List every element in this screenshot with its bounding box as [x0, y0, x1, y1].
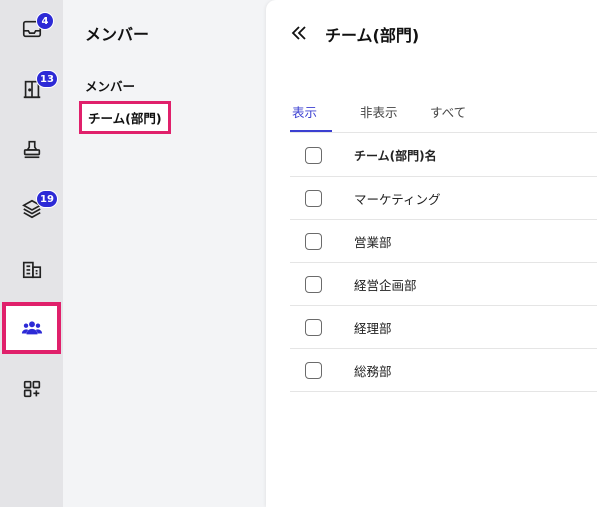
secondary-nav: メンバー メンバー チーム(部門): [63, 0, 266, 507]
table-row[interactable]: 総務部: [290, 349, 597, 392]
team-name-cell: 営業部: [354, 234, 392, 250]
team-name-cell: マーケティング: [354, 191, 441, 207]
table-row[interactable]: マーケティング: [290, 177, 597, 220]
team-name-cell: 経営企画部: [354, 277, 417, 293]
team-icon: [21, 321, 42, 335]
badge-count: 13: [36, 70, 58, 88]
column-header-team-name: チーム(部門)名: [354, 148, 437, 163]
team-name-cell: 経理部: [354, 320, 392, 336]
rail-item-door[interactable]: 13: [0, 60, 63, 118]
badge-count: 19: [36, 190, 58, 208]
rail-item-layers[interactable]: 19: [0, 180, 63, 238]
main-panel: チーム(部門) 表示 非表示 すべて チーム(部門)名 マーケティング 営業部 …: [266, 0, 597, 507]
tab-all[interactable]: すべて: [430, 102, 466, 132]
page-title: チーム(部門): [325, 26, 420, 45]
badge-count: 4: [36, 12, 54, 30]
rail-item-team[interactable]: [2, 302, 61, 354]
icon-rail: 4 13 19: [0, 0, 63, 507]
select-all-checkbox[interactable]: [305, 146, 322, 164]
subnav-title: メンバー: [85, 25, 150, 44]
table-row[interactable]: 営業部: [290, 220, 597, 263]
stamp-icon: [23, 140, 40, 159]
table-row[interactable]: 経営企画部: [290, 263, 597, 306]
table-header-row: チーム(部門)名: [290, 134, 597, 177]
row-checkbox[interactable]: [305, 232, 322, 250]
row-checkbox[interactable]: [305, 275, 322, 293]
add-app-icon: [23, 380, 40, 398]
rail-item-building[interactable]: [0, 240, 63, 298]
building-icon: [22, 261, 41, 279]
rail-item-inbox[interactable]: 4: [0, 0, 63, 58]
subnav-item-members[interactable]: メンバー: [85, 76, 135, 95]
subnav-item-teams[interactable]: チーム(部門): [79, 101, 171, 134]
team-name-cell: 総務部: [354, 363, 392, 379]
team-table: チーム(部門)名 マーケティング 営業部 経営企画部 経理部 総務部: [290, 134, 597, 392]
tab-bar: 表示 非表示 すべて: [290, 100, 597, 133]
rail-item-add-app[interactable]: [0, 360, 63, 418]
row-checkbox[interactable]: [305, 189, 322, 207]
table-row[interactable]: 経理部: [290, 306, 597, 349]
tab-hidden[interactable]: 非表示: [360, 102, 398, 132]
rail-item-stamp[interactable]: [0, 120, 63, 178]
tab-visible[interactable]: 表示: [290, 102, 332, 132]
row-checkbox[interactable]: [305, 361, 322, 379]
double-chevron-left-icon[interactable]: [290, 24, 308, 42]
row-checkbox[interactable]: [305, 318, 322, 336]
